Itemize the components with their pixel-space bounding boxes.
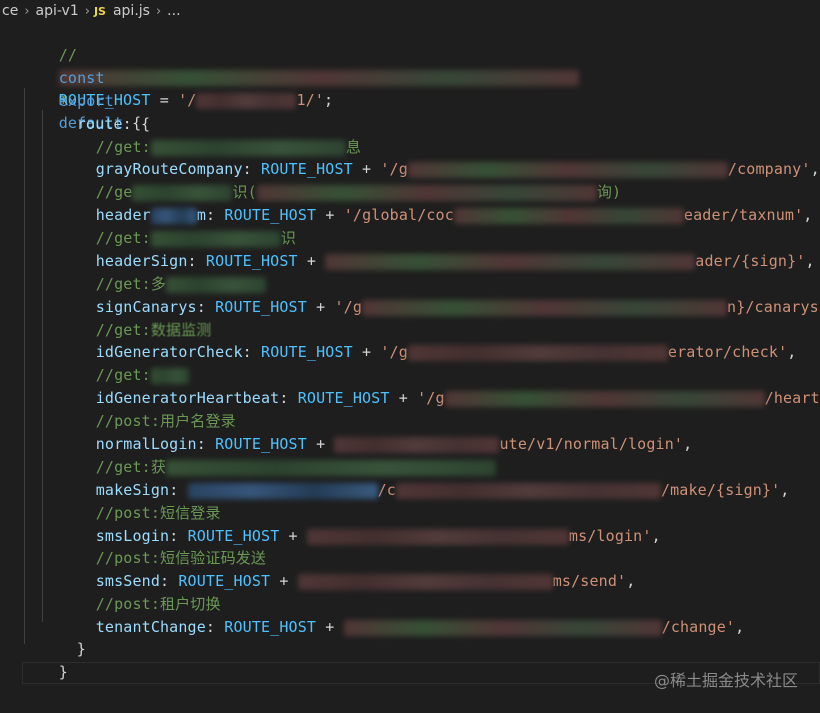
redacted-text bbox=[343, 619, 662, 636]
operator: + bbox=[352, 343, 381, 361]
string-literal: ute/v1/normal/login' bbox=[499, 435, 684, 453]
code-line: } bbox=[40, 616, 86, 658]
watermark: @稀土掘金技术社区 bbox=[653, 671, 798, 690]
comma: , bbox=[626, 572, 636, 590]
identifier-route-host: ROUTE_HOST bbox=[224, 618, 317, 636]
chevron-right-icon: › bbox=[24, 3, 30, 19]
route-entry-line: smsSend: ROUTE_HOST + ms/send', bbox=[59, 548, 635, 590]
code-line: } bbox=[22, 639, 68, 681]
comma: , bbox=[683, 435, 693, 453]
operator: + bbox=[389, 389, 418, 407]
indent-guide bbox=[24, 88, 25, 644]
indent-guide bbox=[42, 110, 43, 622]
string-literal: '/global/coc bbox=[343, 206, 454, 224]
operator: + bbox=[279, 527, 307, 545]
punctuation: : bbox=[205, 618, 225, 636]
route-entry-line: idGeneratorHeartbeat: ROUTE_HOST + '/g/h… bbox=[59, 365, 820, 407]
code-comment-line: //get: bbox=[59, 342, 189, 384]
redacted-text bbox=[306, 528, 569, 545]
comma: , bbox=[805, 252, 815, 270]
code-comment-line: //get: 识 bbox=[59, 205, 296, 247]
semicolon: ; bbox=[324, 91, 334, 109]
code-editor[interactable]: // m const ROUTE_HOST = '/1/'; export de… bbox=[0, 22, 820, 713]
code-line: export default { bbox=[22, 68, 141, 132]
code-comment-line: //get:获 bbox=[59, 434, 496, 476]
string-literal: '/g bbox=[380, 343, 408, 361]
string-literal: /change' bbox=[661, 618, 736, 636]
breadcrumb-item-file[interactable]: api.js bbox=[111, 3, 152, 19]
code-comment-line: //get:多 bbox=[59, 251, 266, 293]
operator: + bbox=[316, 206, 344, 224]
punctuation: : bbox=[279, 389, 298, 407]
code-line: // m bbox=[22, 22, 579, 108]
string-literal: '/g bbox=[334, 298, 363, 316]
code-comment-line: //get:数据监测 bbox=[59, 297, 212, 339]
route-entry-line: idGeneratorCheck: ROUTE_HOST + '/g erator… bbox=[59, 319, 797, 361]
redacted-text bbox=[453, 207, 684, 224]
breadcrumb: ce › api-v1 › JS api.js › ... bbox=[0, 0, 820, 22]
redacted-text bbox=[444, 390, 765, 407]
breadcrumb-item-symbols[interactable]: ... bbox=[165, 3, 182, 19]
code-line: const ROUTE_HOST = '/1/'; bbox=[22, 45, 333, 109]
javascript-file-icon: JS bbox=[93, 4, 106, 18]
redacted-text bbox=[196, 92, 297, 109]
code-comment-line: //post:短信验证码发送 bbox=[59, 525, 266, 567]
code-comment-line: //post:用户名登录 bbox=[59, 388, 236, 430]
chevron-right-icon: › bbox=[155, 3, 162, 19]
string-literal: 1/' bbox=[296, 91, 325, 109]
route-entry-line: makeSign: /c/make/{sign}', bbox=[59, 457, 790, 499]
string-literal: /make/{sign}' bbox=[660, 481, 781, 499]
route-entry-line: smsLogin: ROUTE_HOST + ms/login', bbox=[59, 503, 661, 545]
operator: = bbox=[150, 91, 179, 109]
string-literal: /c bbox=[377, 481, 396, 499]
string-literal: ader/{sign}' bbox=[695, 252, 806, 270]
route-entry-line: tenantChange: ROUTE_HOST + /change', bbox=[59, 594, 744, 636]
string-literal: eader/taxnum' bbox=[683, 206, 804, 224]
code-comment-line: //post:租户切换 bbox=[59, 571, 221, 613]
comma: , bbox=[735, 618, 745, 636]
string-literal: /company' bbox=[727, 160, 811, 178]
comma: , bbox=[780, 481, 790, 499]
identifier-route-host: ROUTE_HOST bbox=[215, 298, 307, 316]
string-literal: erator/check' bbox=[667, 343, 788, 361]
string-literal: '/g bbox=[417, 389, 445, 407]
comma: , bbox=[787, 343, 797, 361]
code-comment-line: //ge 识(询) bbox=[59, 159, 621, 201]
string-literal: n}/canarys' bbox=[727, 298, 820, 316]
string-literal: ms/login' bbox=[568, 527, 652, 545]
chevron-right-icon: › bbox=[84, 3, 90, 19]
code-comment-line: //get: 息 bbox=[59, 114, 361, 156]
punctuation: : bbox=[242, 343, 262, 361]
code-line: route: { bbox=[40, 91, 150, 133]
route-entry-line: headerSign: ROUTE_HOST + ader/{sign}', bbox=[59, 228, 815, 270]
identifier-route-host: ROUTE_HOST bbox=[297, 389, 390, 407]
route-entry-line: signCanarys: ROUTE_HOST + '/g n}/canarys'… bbox=[59, 274, 820, 316]
redacted-text bbox=[407, 344, 668, 361]
operator: + bbox=[270, 572, 298, 590]
route-entry-line: normalLogin: ROUTE_HOST + ute/v1/normal/… bbox=[59, 411, 692, 453]
redacted-text bbox=[395, 482, 661, 499]
code-comment-line: //post:短信登录 bbox=[59, 480, 221, 522]
brace: } bbox=[76, 640, 86, 658]
comma: , bbox=[651, 527, 661, 545]
comma: , bbox=[803, 206, 813, 224]
redacted-text bbox=[362, 299, 728, 316]
identifier-route-host: ROUTE_HOST bbox=[261, 343, 353, 361]
property-tenant-change: tenantChange bbox=[95, 618, 206, 636]
redacted-text bbox=[325, 253, 696, 270]
operator: + bbox=[316, 618, 344, 636]
breadcrumb-item-folder-parent[interactable]: ce bbox=[0, 3, 20, 19]
redacted-text bbox=[297, 573, 553, 590]
comma: , bbox=[810, 160, 820, 178]
string-literal: /heartbe bbox=[764, 389, 820, 407]
route-entry-line: header m: ROUTE_HOST + '/global/coc eader/… bbox=[59, 182, 813, 224]
breadcrumb-item-api-v1[interactable]: api-v1 bbox=[34, 3, 81, 19]
string-literal: ms/send' bbox=[552, 572, 627, 590]
operator: + bbox=[297, 252, 326, 270]
route-entry-line: grayRouteCompany: ROUTE_HOST + '/g/compa… bbox=[59, 136, 820, 178]
string-literal: '/ bbox=[178, 91, 197, 109]
operator: + bbox=[306, 298, 335, 316]
